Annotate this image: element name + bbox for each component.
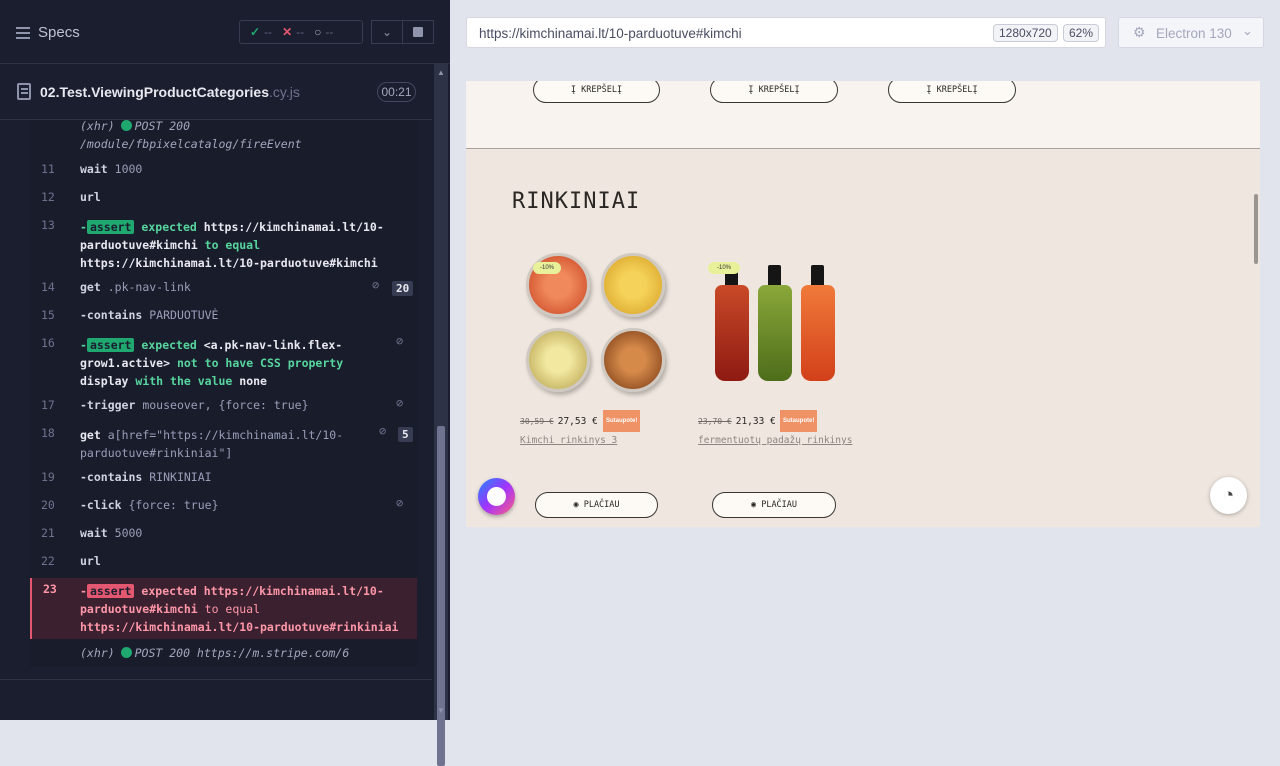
chevron-down-icon: ⌄	[1242, 23, 1253, 38]
pending-icon: ○	[314, 25, 322, 39]
eye-slash-icon: ⊘	[372, 278, 380, 292]
reporter-header: Specs ✓ -- ✕ -- ○ -- ⌄	[0, 0, 450, 64]
menu-icon	[16, 26, 30, 39]
command-row-assert[interactable]: 16 - assert expected <a.pk-nav-link.flex-…	[30, 334, 417, 390]
divider	[0, 679, 432, 680]
specs-label: Specs	[38, 24, 80, 41]
spec-file-name[interactable]: 02.Test.ViewingProductCategories.cy.js	[40, 84, 300, 100]
reporter-panel: Specs ✓ -- ✕ -- ○ -- ⌄ 02.Test.ViewingProdu…	[0, 0, 450, 766]
discount-badge: -10%	[533, 262, 561, 274]
specs-button[interactable]: Specs	[16, 24, 80, 41]
price: 23,70 €21,33 €	[698, 416, 776, 427]
url-text: https://kimchinamai.lt/10-parduotuve#kim…	[479, 26, 742, 41]
sale-badge: Sutaupote!	[603, 410, 641, 432]
page-scrollbar-thumb[interactable]	[1254, 194, 1258, 264]
product-image	[526, 328, 590, 392]
command-row-assert-failed[interactable]: 23 - assert expected https://kimchinamai.…	[30, 578, 417, 639]
browser-selector[interactable]: ⚙ Electron 130 ⌄	[1118, 17, 1264, 48]
add-to-cart-button[interactable]: Į KREPŠELĮ	[710, 81, 838, 103]
product-image	[601, 253, 665, 317]
duration-badge: 00:21	[377, 82, 416, 102]
more-button[interactable]: ◉ PLAČIAU	[712, 492, 836, 518]
xhr-log-row[interactable]: (xhr) POST 200 /module/fbpixelcatalog/fir…	[30, 120, 417, 153]
previous-section: Į KREPŠELĮ Į KREPŠELĮ Į KREPŠELĮ	[466, 81, 1260, 149]
bottle-cap	[811, 265, 824, 287]
element-count-badge: 5	[398, 427, 413, 442]
add-to-cart-button[interactable]: Į KREPŠELĮ	[888, 81, 1016, 103]
cookie-settings-button[interactable]: ◔	[1210, 477, 1247, 514]
scrollbar-thumb[interactable]	[437, 426, 445, 766]
file-icon	[17, 83, 31, 100]
stop-icon	[412, 27, 423, 37]
status-dot-icon	[120, 647, 132, 658]
product-name-link[interactable]: Kimchi rinkinys 3	[520, 435, 617, 446]
product-image	[715, 285, 749, 381]
viewport-size-pill[interactable]: 1280x720	[993, 24, 1058, 42]
price: 30,59 €27,53 €	[520, 416, 598, 427]
x-icon: ✕	[282, 25, 293, 39]
product-image	[758, 285, 792, 381]
eye-slash-icon: ⊘	[379, 424, 387, 438]
messenger-chat-button[interactable]	[478, 478, 515, 515]
add-to-cart-button[interactable]: Į KREPŠELĮ	[533, 81, 660, 103]
section-title: RINKINIAI	[512, 189, 641, 214]
scroll-down-icon[interactable]: ▼	[437, 706, 445, 715]
failed-count: --	[296, 25, 305, 39]
stop-button[interactable]	[402, 20, 434, 44]
command-row-assert[interactable]: 13 - assert expected https://kimchinamai.…	[30, 218, 417, 272]
scale-pill[interactable]: 62%	[1063, 24, 1100, 42]
gear-icon: ⚙	[1133, 24, 1146, 40]
eye-slash-icon: ⊘	[396, 496, 404, 510]
more-button[interactable]: ◉ PLAČIAU	[535, 492, 658, 518]
browser-name: Electron 130	[1156, 26, 1232, 41]
eye-icon: ◉	[750, 500, 757, 510]
app-under-test: Į KREPŠELĮ Į KREPŠELĮ Į KREPŠELĮ RINKINI…	[466, 81, 1260, 527]
test-stats: ✓ -- ✕ -- ○ --	[239, 20, 363, 44]
product-name-link[interactable]: fermentuotų padažų rinkinys	[698, 435, 852, 446]
cookie-icon: ◔	[1222, 485, 1235, 506]
url-bar[interactable]: https://kimchinamai.lt/10-parduotuve#kim…	[466, 17, 1106, 48]
eye-icon: ◉	[573, 500, 579, 510]
passed-count: --	[264, 25, 273, 39]
sale-badge: Sutaupote!	[780, 410, 818, 432]
bottle-cap	[768, 265, 781, 287]
eye-slash-icon: ⊘	[396, 396, 404, 410]
product-image	[801, 285, 835, 381]
check-icon: ✓	[250, 25, 261, 39]
product-image	[601, 328, 665, 392]
element-count-badge: 20	[392, 281, 414, 296]
scroll-up-icon[interactable]: ▲	[437, 68, 445, 77]
chevron-down-icon[interactable]: ⌄	[371, 20, 403, 44]
reporter-scrollbar[interactable]: ▲ ▼	[434, 64, 448, 766]
discount-badge: -10%	[708, 262, 740, 274]
pending-count: --	[325, 25, 334, 39]
command-row-get[interactable]: 18 get a[href="https://kimchinamai.lt/10…	[30, 424, 417, 462]
eye-slash-icon: ⊘	[396, 334, 404, 348]
spec-file-header: 02.Test.ViewingProductCategories.cy.js 0…	[0, 64, 432, 120]
status-dot-icon	[120, 120, 132, 131]
command-log: (xhr) POST 200 /module/fbpixelcatalog/fir…	[30, 120, 417, 667]
